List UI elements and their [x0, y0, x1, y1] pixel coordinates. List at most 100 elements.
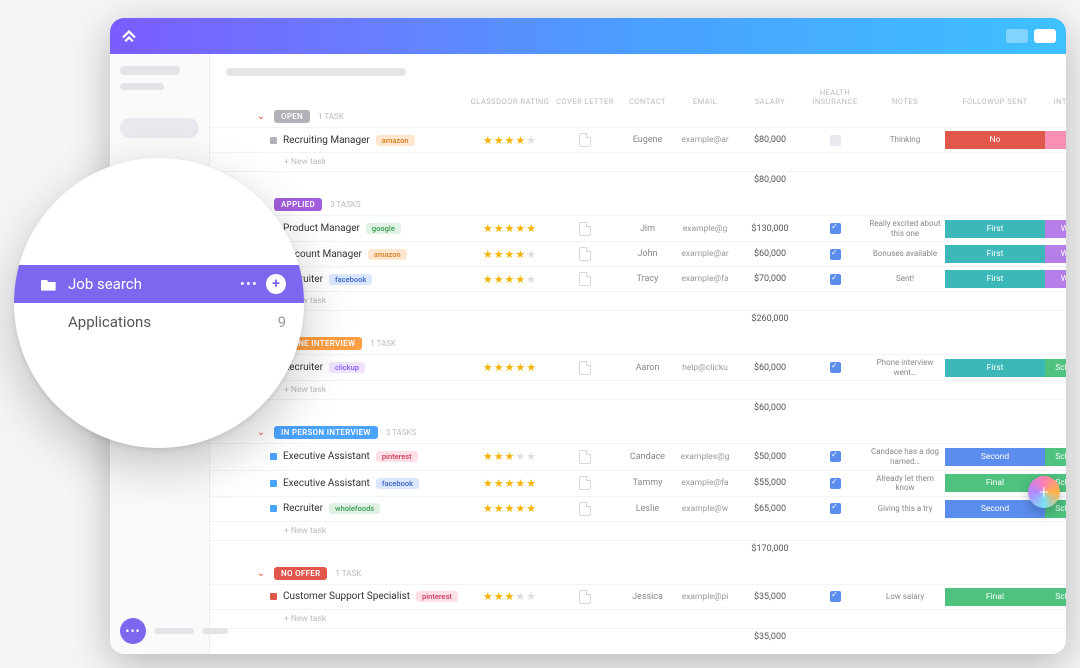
new-task-button[interactable]: + New task: [210, 291, 1066, 310]
company-tag[interactable]: pinterest: [416, 591, 458, 602]
health-checkbox[interactable]: [830, 274, 841, 285]
status-pill[interactable]: OPEN: [274, 110, 310, 123]
rating-stars[interactable]: ★★★★★: [470, 477, 550, 490]
interview-pill[interactable]: Scheduled: [1045, 359, 1066, 377]
notes-cell: Low salary: [865, 592, 945, 602]
footer-placeholder: [154, 628, 194, 634]
company-tag[interactable]: facebook: [329, 274, 372, 285]
document-icon[interactable]: [579, 361, 591, 375]
fab-new[interactable]: +: [1028, 476, 1060, 508]
company-tag[interactable]: wholefoods: [329, 503, 380, 514]
status-pill[interactable]: APPLIED: [274, 198, 322, 211]
task-row[interactable]: Recruiting Manager amazon ★★★★★ Eugene e…: [210, 127, 1066, 152]
followup-pill[interactable]: First: [945, 245, 1045, 263]
document-icon[interactable]: [579, 133, 591, 147]
followup-pill[interactable]: First: [945, 270, 1045, 288]
rating-stars[interactable]: ★★★★★: [470, 502, 550, 515]
rating-stars[interactable]: ★★★★★: [470, 222, 550, 235]
followup-pill[interactable]: Second: [945, 500, 1045, 518]
health-checkbox[interactable]: [830, 249, 841, 260]
document-icon[interactable]: [579, 476, 591, 490]
health-checkbox[interactable]: [830, 451, 841, 462]
sidebar-placeholder: [120, 66, 180, 75]
interview-pill[interactable]: Waiting: [1045, 245, 1066, 263]
contact-cell: Eugene: [620, 135, 675, 145]
status-square-icon: [270, 453, 277, 460]
new-task-button[interactable]: + New task: [210, 380, 1066, 399]
task-name: Customer Support Specialist: [283, 591, 410, 602]
task-count: 1 TASK: [370, 339, 396, 348]
followup-pill[interactable]: Second: [945, 448, 1045, 466]
interview-pill[interactable]: Waiting: [1045, 220, 1066, 238]
company-tag[interactable]: clickup: [329, 362, 365, 373]
new-task-button[interactable]: + New task: [210, 521, 1066, 540]
chevron-down-icon[interactable]: ⌄: [256, 568, 266, 579]
document-icon[interactable]: [579, 222, 591, 236]
titlebar: [110, 18, 1066, 54]
rating-stars[interactable]: ★★★★★: [470, 450, 550, 463]
followup-pill[interactable]: Final: [945, 588, 1045, 606]
status-square-icon: [270, 505, 277, 512]
company-tag[interactable]: amazon: [368, 249, 407, 260]
sidebar-item-applications[interactable]: Applications 9: [14, 303, 304, 341]
col-email: EMAIL: [675, 97, 735, 106]
health-checkbox[interactable]: [830, 478, 841, 489]
task-count: 1 TASK: [318, 112, 344, 121]
task-row[interactable]: Recruiter clickup ★★★★★ Aaron help@click…: [210, 354, 1066, 380]
health-checkbox[interactable]: [830, 362, 841, 373]
more-icon[interactable]: •••: [240, 275, 258, 293]
document-icon[interactable]: [579, 272, 591, 286]
task-row[interactable]: Executive Assistant pinterest ★★★★★ Cand…: [210, 443, 1066, 469]
company-tag[interactable]: amazon: [376, 135, 415, 146]
chevron-down-icon[interactable]: ⌄: [256, 427, 266, 438]
health-checkbox[interactable]: [830, 591, 841, 602]
rating-stars[interactable]: ★★★★★: [470, 273, 550, 286]
contact-cell: Leslie: [620, 504, 675, 514]
task-row[interactable]: Executive Assistant facebook ★★★★★ Tammy…: [210, 470, 1066, 496]
window-button-max[interactable]: [1034, 29, 1056, 43]
chat-icon[interactable]: •••: [120, 618, 146, 644]
task-name: Recruiting Manager: [283, 135, 370, 146]
company-tag[interactable]: google: [366, 223, 401, 234]
header-placeholder: [226, 68, 406, 76]
followup-pill[interactable]: First: [945, 359, 1045, 377]
followup-pill[interactable]: No: [945, 131, 1045, 149]
document-icon[interactable]: [579, 450, 591, 464]
interview-pill[interactable]: No: [1045, 131, 1066, 149]
rating-stars[interactable]: ★★★★★: [470, 248, 550, 261]
rating-stars[interactable]: ★★★★★: [470, 361, 550, 374]
company-tag[interactable]: pinterest: [376, 451, 418, 462]
interview-pill[interactable]: Scheduled: [1045, 588, 1066, 606]
document-icon[interactable]: [579, 502, 591, 516]
email-cell: example@ar: [675, 135, 735, 145]
document-icon[interactable]: [579, 247, 591, 261]
rating-stars[interactable]: ★★★★★: [470, 590, 550, 603]
col-followup: FOLLOWUP SENT: [945, 97, 1045, 106]
sidebar-item-job-search[interactable]: Job search ••• +: [14, 265, 304, 303]
interview-pill[interactable]: Waiting: [1045, 270, 1066, 288]
task-row[interactable]: Recruiter wholefoods ★★★★★ Leslie exampl…: [210, 496, 1066, 521]
add-icon[interactable]: +: [266, 274, 286, 294]
health-checkbox[interactable]: [830, 135, 841, 146]
health-checkbox[interactable]: [830, 503, 841, 514]
document-icon[interactable]: [579, 590, 591, 604]
task-row[interactable]: Recruiter facebook ★★★★★ Tracy example@f…: [210, 266, 1066, 291]
company-tag[interactable]: facebook: [376, 478, 419, 489]
sidebar-search[interactable]: [120, 118, 199, 138]
status-pill[interactable]: IN PERSON INTERVIEW: [274, 426, 378, 439]
window-button-min[interactable]: [1006, 29, 1028, 43]
task-row[interactable]: Customer Support Specialist pinterest ★★…: [210, 584, 1066, 609]
rating-stars[interactable]: ★★★★★: [470, 134, 550, 147]
health-checkbox[interactable]: [830, 223, 841, 234]
task-row[interactable]: Product Manager google ★★★★★ Jim example…: [210, 215, 1066, 241]
chevron-down-icon[interactable]: ⌄: [256, 111, 266, 122]
salary-cell: $55,000: [735, 478, 805, 488]
new-task-button[interactable]: + New task: [210, 609, 1066, 628]
task-row[interactable]: Account Manager amazon ★★★★★ John exampl…: [210, 241, 1066, 266]
interview-pill[interactable]: Scheduled: [1045, 448, 1066, 466]
status-pill[interactable]: NO OFFER: [274, 567, 327, 580]
folder-icon: [40, 277, 58, 291]
new-task-button[interactable]: + New task: [210, 152, 1066, 171]
notes-cell: Sent!: [865, 274, 945, 284]
followup-pill[interactable]: First: [945, 220, 1045, 238]
